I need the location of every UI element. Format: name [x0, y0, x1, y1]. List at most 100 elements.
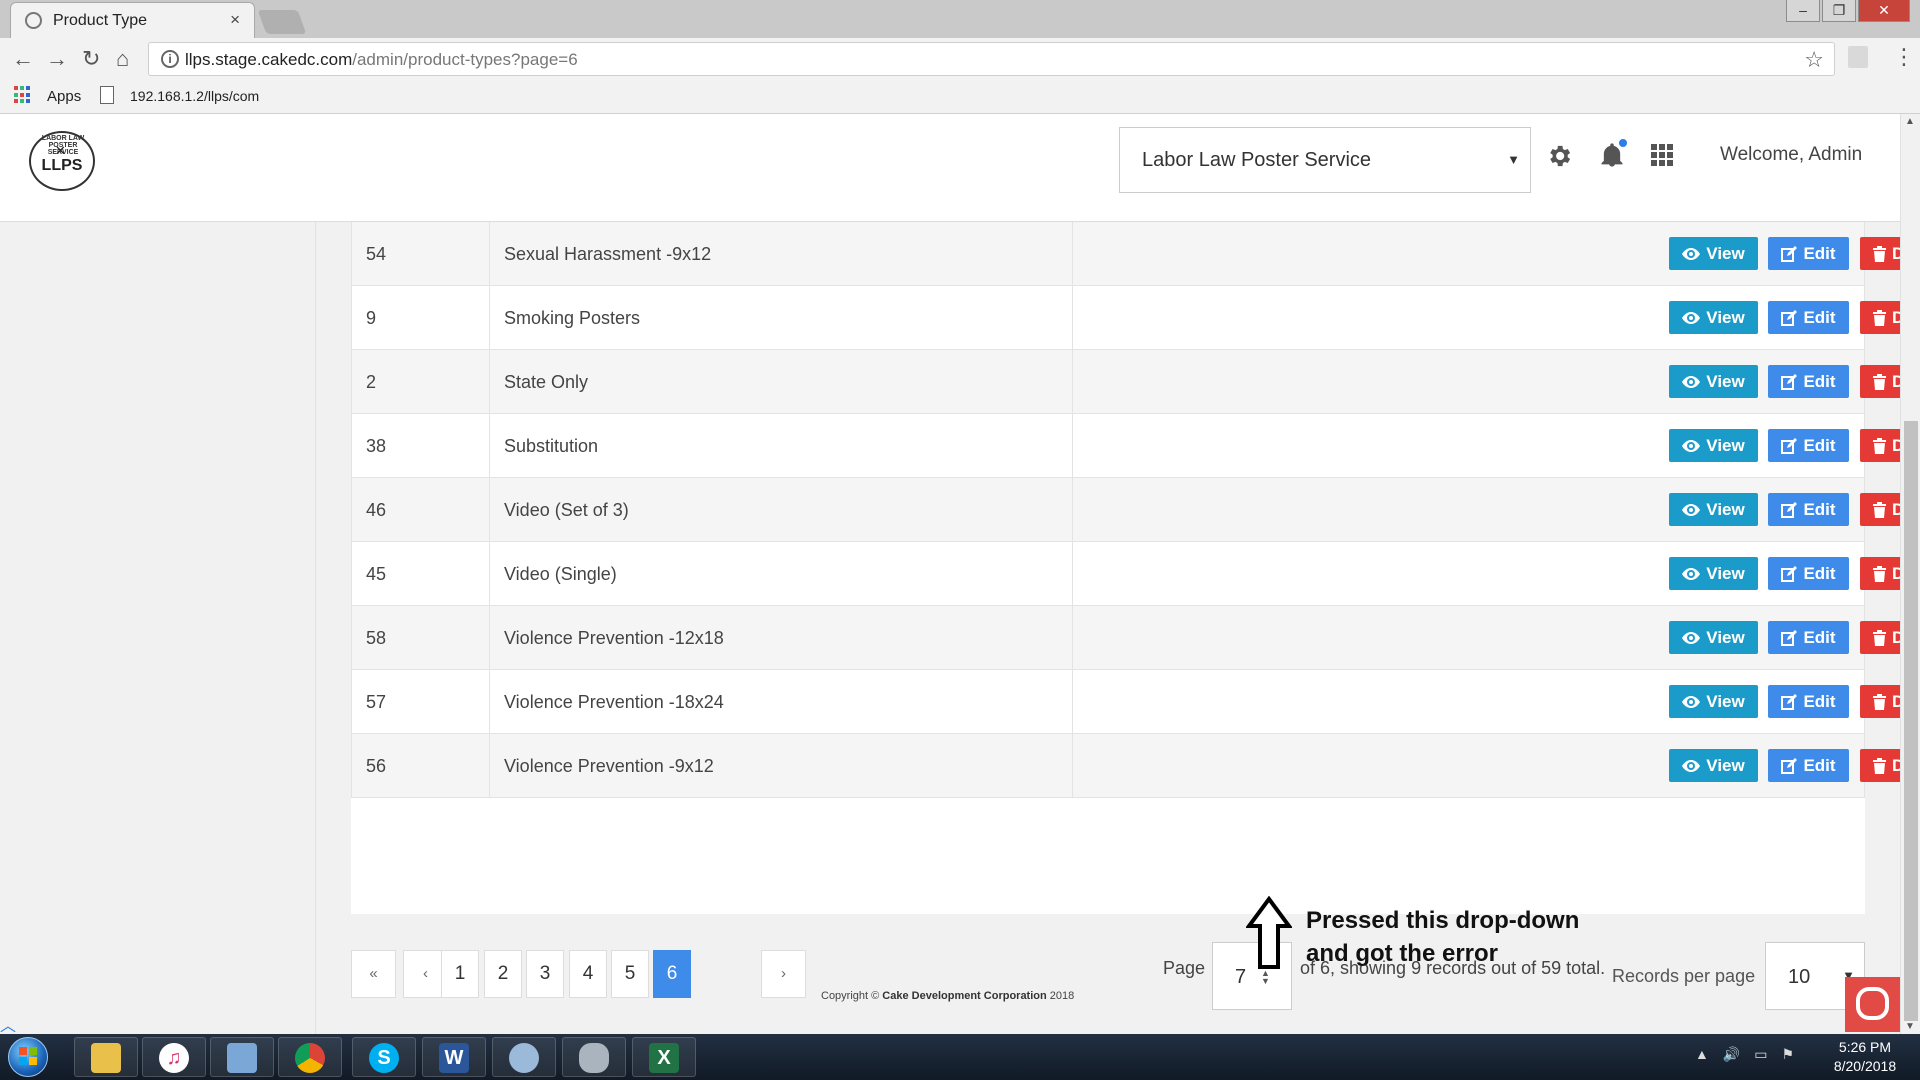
delete-button[interactable]: Delete	[1860, 557, 1900, 590]
page-6-button[interactable]: 6	[653, 950, 691, 998]
vertical-scrollbar[interactable]: ▲ ▼	[1900, 114, 1920, 1034]
brand-logo-icon	[1856, 987, 1889, 1020]
cell-name: Violence Prevention -18x24	[490, 670, 1073, 734]
edit-button[interactable]: Edit	[1768, 237, 1849, 270]
home-icon[interactable]: ⌂	[116, 46, 129, 72]
page-number-value: 7	[1235, 966, 1247, 988]
browser-menu-icon[interactable]: ⋮	[1893, 44, 1915, 70]
trash-icon	[1872, 501, 1886, 518]
view-button[interactable]: View	[1669, 493, 1758, 526]
view-button[interactable]: View	[1669, 749, 1758, 782]
bookmark-apps[interactable]: Apps	[47, 88, 81, 105]
tray-expand-icon[interactable]: ▲	[1695, 1046, 1709, 1063]
delete-button[interactable]: Delete	[1860, 493, 1900, 526]
welcome-text[interactable]: Welcome, Admin	[1720, 144, 1862, 166]
edit-button[interactable]: Edit	[1768, 365, 1849, 398]
row-id: 58	[366, 628, 387, 648]
view-button[interactable]: View	[1669, 301, 1758, 334]
view-button[interactable]: View	[1669, 365, 1758, 398]
row-name: Substitution	[504, 436, 599, 456]
spinner-icon[interactable]: ▲ ▼	[1261, 969, 1270, 986]
tab-close-icon[interactable]: ×	[230, 10, 240, 30]
browser-titlebar: Product Type × – ❐ ✕	[0, 0, 1920, 38]
edit-button[interactable]: Edit	[1768, 621, 1849, 654]
volume-icon[interactable]: 🔊	[1723, 1046, 1740, 1063]
forward-icon[interactable]: →	[46, 46, 68, 72]
taskbar-explorer[interactable]	[74, 1037, 138, 1077]
site-info-icon[interactable]: i	[161, 50, 179, 68]
delete-button[interactable]: Delete	[1860, 621, 1900, 654]
view-button[interactable]: View	[1669, 621, 1758, 654]
taskbar-database[interactable]	[562, 1037, 626, 1077]
cell-actions: View Edit Delete	[1073, 222, 1900, 286]
cell-actions: View Edit Delete	[1073, 542, 1900, 606]
taskbar-skype[interactable]: S	[352, 1037, 416, 1077]
edit-button[interactable]: Edit	[1768, 493, 1849, 526]
edit-label: Edit	[1803, 371, 1836, 391]
sidebar	[0, 222, 316, 1034]
view-button[interactable]: View	[1669, 557, 1758, 590]
first-page-button[interactable]: «	[351, 950, 396, 998]
action-center-flag-icon[interactable]: ⚑	[1782, 1046, 1795, 1063]
maximize-icon[interactable]: ❐	[1822, 0, 1856, 22]
taskbar-excel[interactable]: X	[632, 1037, 696, 1077]
view-button[interactable]: View	[1669, 237, 1758, 270]
taskbar-photos[interactable]	[210, 1037, 274, 1077]
edit-button[interactable]: Edit	[1768, 301, 1849, 334]
bookmark-star-icon[interactable]: ☆	[1804, 47, 1824, 73]
delete-button[interactable]: Delete	[1860, 429, 1900, 462]
company-select[interactable]: Labor Law Poster Service ▼	[1119, 127, 1531, 193]
browser-tab[interactable]: Product Type ×	[10, 2, 255, 38]
scroll-up-icon[interactable]: ▲	[1905, 116, 1915, 127]
delete-button[interactable]: Delete	[1860, 237, 1900, 270]
page-3-button[interactable]: 3	[526, 950, 564, 998]
llps-logo[interactable]: LABOR LAW POSTER SERVICE ✕ LLPS	[29, 131, 95, 191]
view-button[interactable]: View	[1669, 429, 1758, 462]
row-id: 45	[366, 564, 387, 584]
page-4-button[interactable]: 4	[569, 950, 607, 998]
page-5-button[interactable]: 5	[611, 950, 649, 998]
back-icon[interactable]: ←	[12, 46, 34, 72]
next-page-button[interactable]: ›	[761, 950, 806, 998]
page-2-button[interactable]: 2	[484, 950, 522, 998]
taskbar-itunes[interactable]: ♫	[142, 1037, 206, 1077]
reload-icon[interactable]: ↻	[82, 46, 100, 72]
system-clock[interactable]: 5:26 PM 8/20/2018	[1825, 1038, 1905, 1076]
taskbar-paint[interactable]	[492, 1037, 556, 1077]
scroll-down-icon[interactable]: ▼	[1905, 1021, 1915, 1032]
row-id: 9	[366, 308, 377, 328]
taskbar-chrome[interactable]	[278, 1037, 342, 1077]
scroll-top-chevron-icon[interactable]: ︿	[0, 1012, 16, 1034]
page-1-button[interactable]: 1	[441, 950, 479, 998]
apps-grid-icon[interactable]	[1651, 144, 1673, 166]
new-tab-button[interactable]	[257, 10, 307, 34]
network-icon[interactable]: ▭	[1754, 1046, 1767, 1063]
view-button[interactable]: View	[1669, 685, 1758, 718]
delete-button[interactable]: Delete	[1860, 749, 1900, 782]
edit-button[interactable]: Edit	[1768, 557, 1849, 590]
apps-icon[interactable]	[14, 86, 32, 104]
footer-company[interactable]: Cake Development Corporation	[882, 990, 1046, 1002]
table-row: 57 Violence Prevention -18x24 View Edit Dele…	[351, 670, 1900, 734]
edit-button[interactable]: Edit	[1768, 429, 1849, 462]
delete-button[interactable]: Delete	[1860, 365, 1900, 398]
edit-button[interactable]: Edit	[1768, 685, 1849, 718]
delete-button[interactable]: Delete	[1860, 301, 1900, 334]
eye-icon	[1682, 311, 1701, 324]
start-button[interactable]	[8, 1037, 48, 1077]
clock-date: 8/20/2018	[1833, 1058, 1897, 1074]
brand-badge[interactable]	[1845, 977, 1900, 1032]
close-window-icon[interactable]: ✕	[1858, 0, 1910, 22]
minimize-icon[interactable]: –	[1786, 0, 1820, 22]
edit-label: Edit	[1803, 691, 1836, 711]
taskbar-word[interactable]: W	[422, 1037, 486, 1077]
edit-button[interactable]: Edit	[1768, 749, 1849, 782]
delete-button[interactable]: Delete	[1860, 685, 1900, 718]
footer-year: 2018	[1046, 990, 1075, 1002]
extension-icon[interactable]	[1848, 46, 1868, 68]
address-bar[interactable]: i llps.stage.cakedc.com/admin/product-ty…	[148, 42, 1835, 76]
edit-label: Edit	[1803, 755, 1836, 775]
scroll-thumb[interactable]	[1904, 421, 1918, 1021]
gear-icon[interactable]	[1545, 142, 1573, 170]
bookmark-link[interactable]: 192.168.1.2/llps/com	[130, 88, 259, 104]
